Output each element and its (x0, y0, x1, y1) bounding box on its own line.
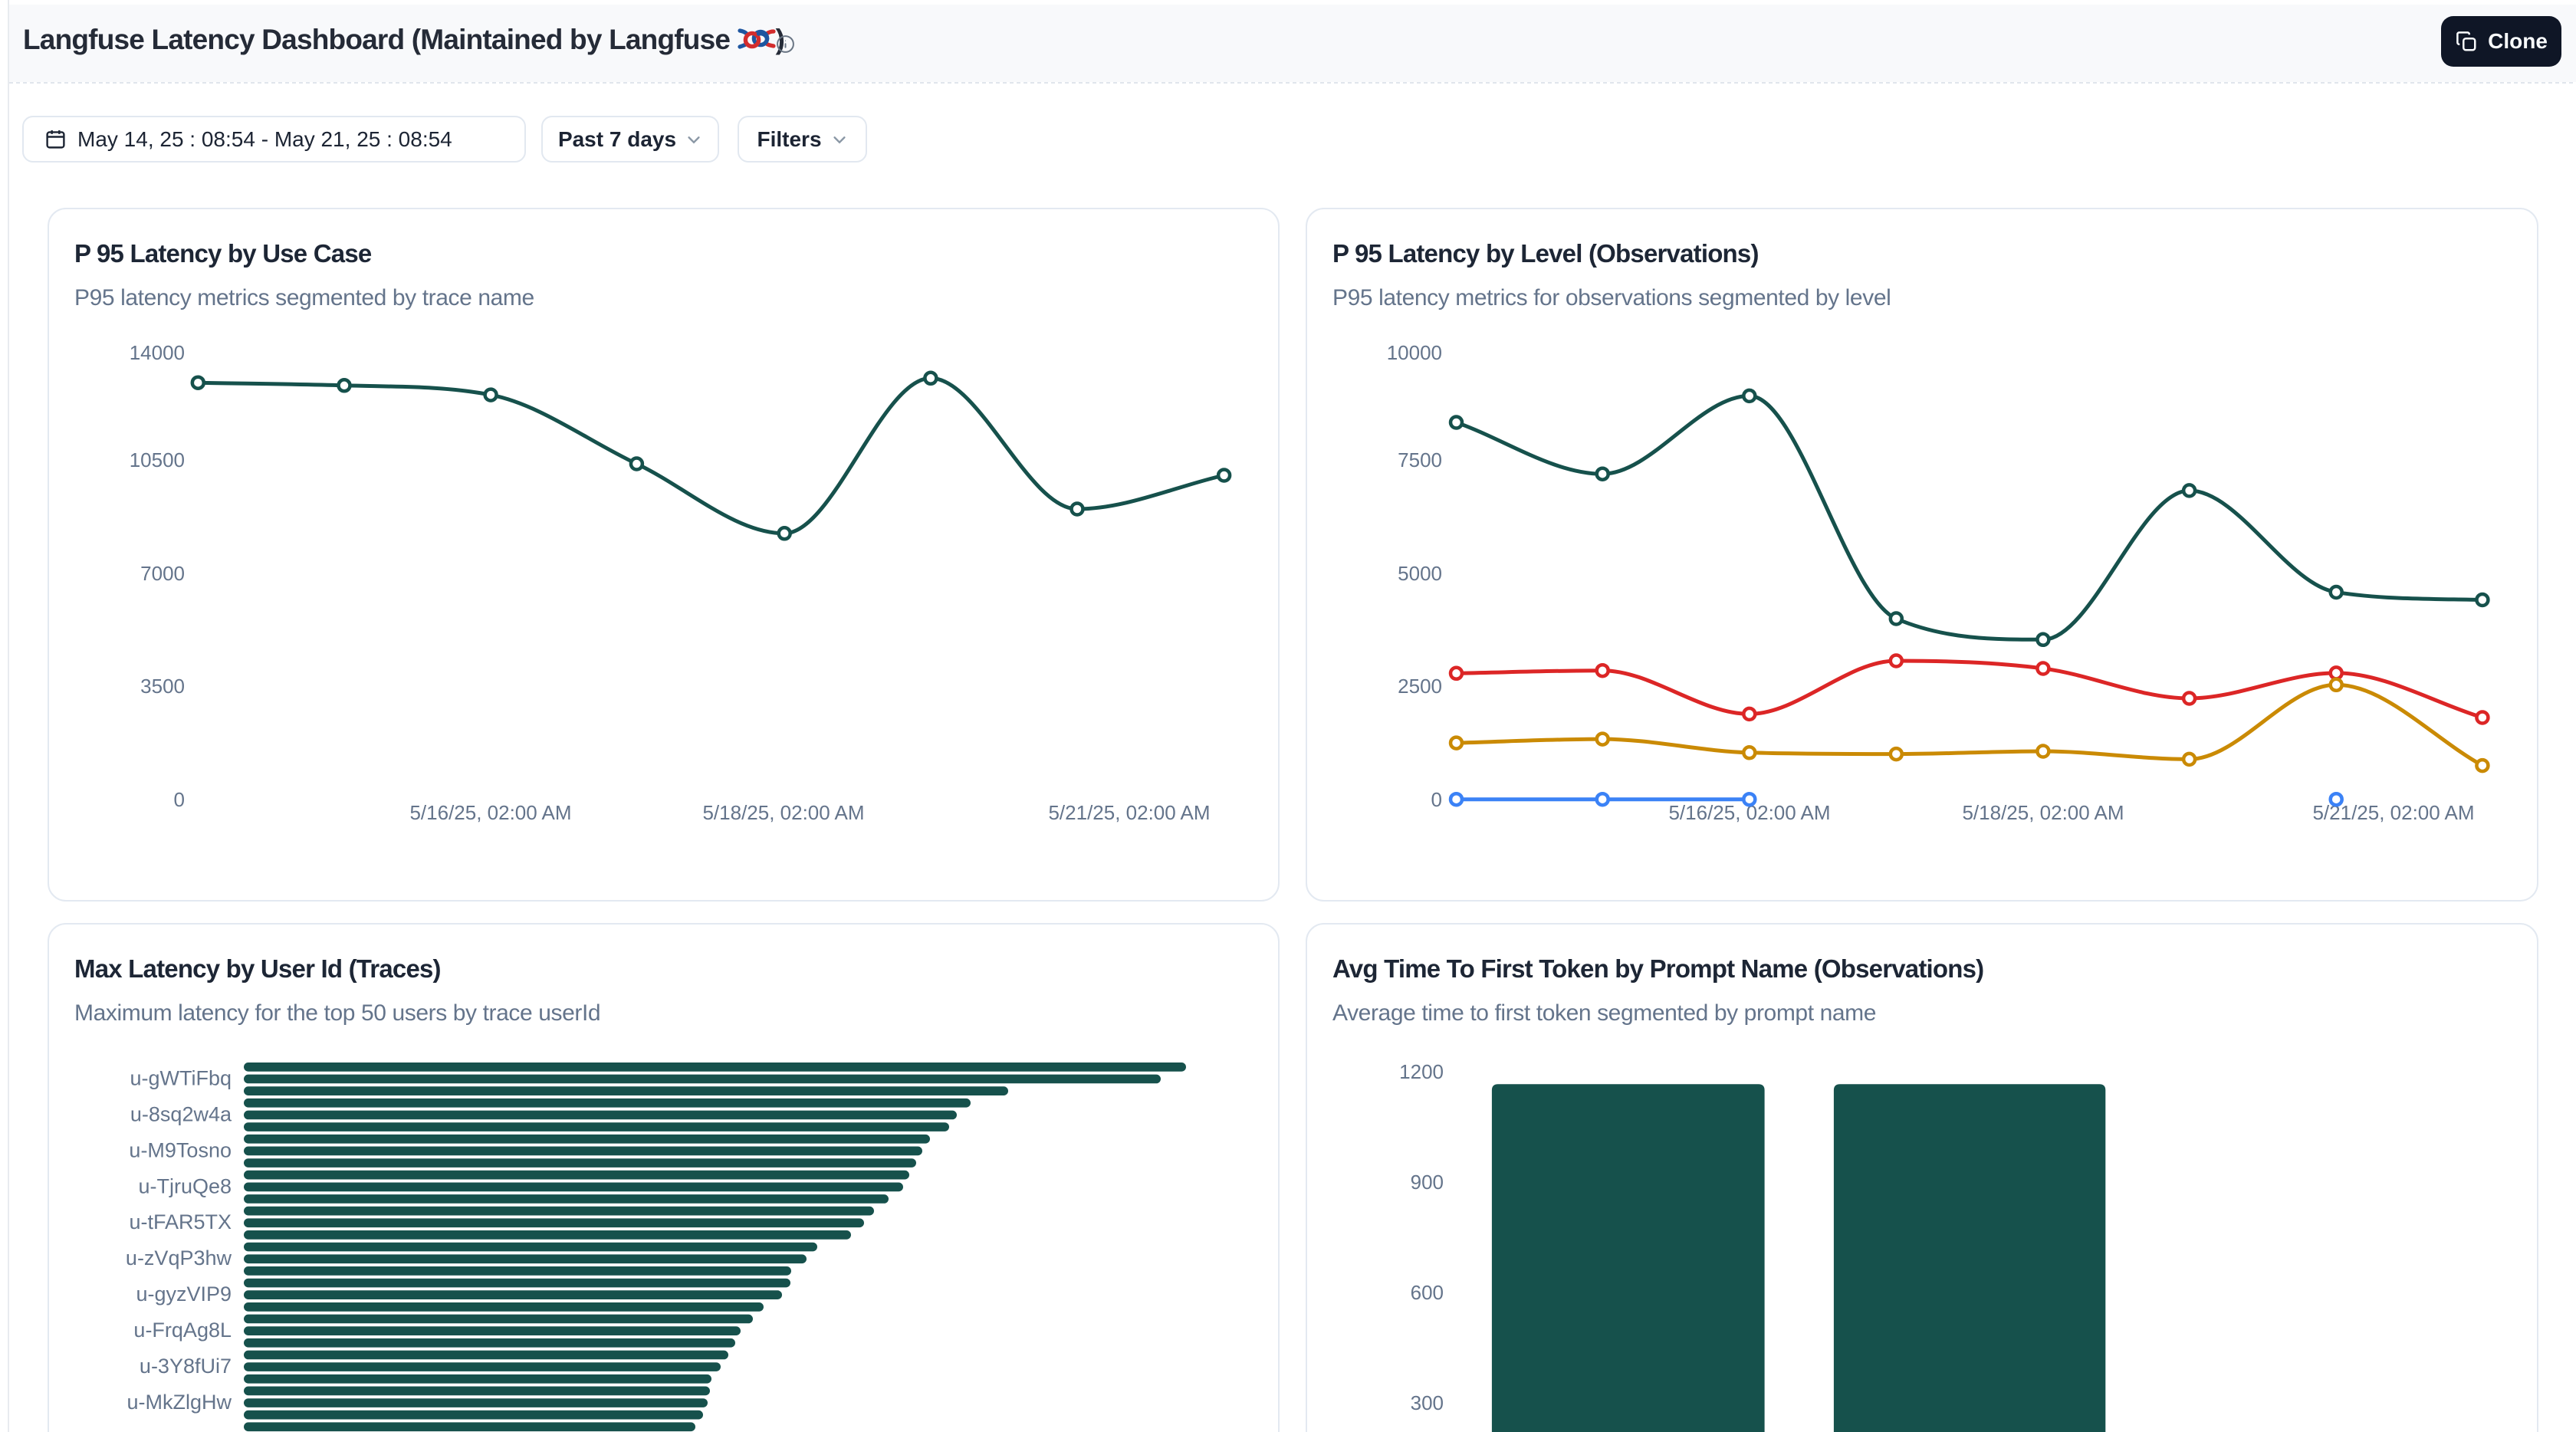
svg-text:u-MkZlgHw: u-MkZlgHw (127, 1391, 232, 1414)
svg-text:2500: 2500 (1398, 675, 1442, 698)
svg-text:0: 0 (1431, 788, 1442, 811)
svg-text:u-M9Tosno: u-M9Tosno (129, 1138, 232, 1161)
svg-text:u-3Y8fUi7: u-3Y8fUi7 (140, 1355, 232, 1378)
svg-text:7000: 7000 (140, 562, 185, 585)
svg-text:7500: 7500 (1398, 448, 1442, 471)
svg-text:u-TjruQe8: u-TjruQe8 (138, 1174, 232, 1197)
svg-text:0: 0 (174, 788, 185, 811)
svg-text:10500: 10500 (130, 448, 185, 471)
svg-text:u-tFAR5TX: u-tFAR5TX (129, 1210, 232, 1233)
svg-text:3500: 3500 (140, 675, 185, 698)
svg-text:5/16/25, 02:00 AM: 5/16/25, 02:00 AM (409, 801, 571, 824)
svg-text:u-gyzVIP9: u-gyzVIP9 (136, 1283, 232, 1306)
svg-text:900: 900 (1411, 1171, 1444, 1194)
svg-text:5000: 5000 (1398, 562, 1442, 585)
svg-text:14000: 14000 (130, 341, 185, 364)
svg-text:u-zVqP3hw: u-zVqP3hw (126, 1246, 232, 1269)
svg-text:u-8sq2w4a: u-8sq2w4a (130, 1102, 232, 1125)
svg-text:5/21/25, 02:00 AM: 5/21/25, 02:00 AM (1048, 801, 1210, 824)
svg-text:1200: 1200 (1399, 1060, 1444, 1083)
svg-text:5/18/25, 02:00 AM: 5/18/25, 02:00 AM (702, 801, 864, 824)
svg-text:10000: 10000 (1387, 341, 1442, 364)
svg-text:5/18/25, 02:00 AM: 5/18/25, 02:00 AM (1962, 801, 2124, 824)
svg-text:600: 600 (1411, 1281, 1444, 1304)
svg-text:u-FrqAg8L: u-FrqAg8L (133, 1319, 232, 1342)
svg-text:u-gWTiFbq: u-gWTiFbq (130, 1067, 232, 1090)
svg-text:300: 300 (1411, 1391, 1444, 1414)
